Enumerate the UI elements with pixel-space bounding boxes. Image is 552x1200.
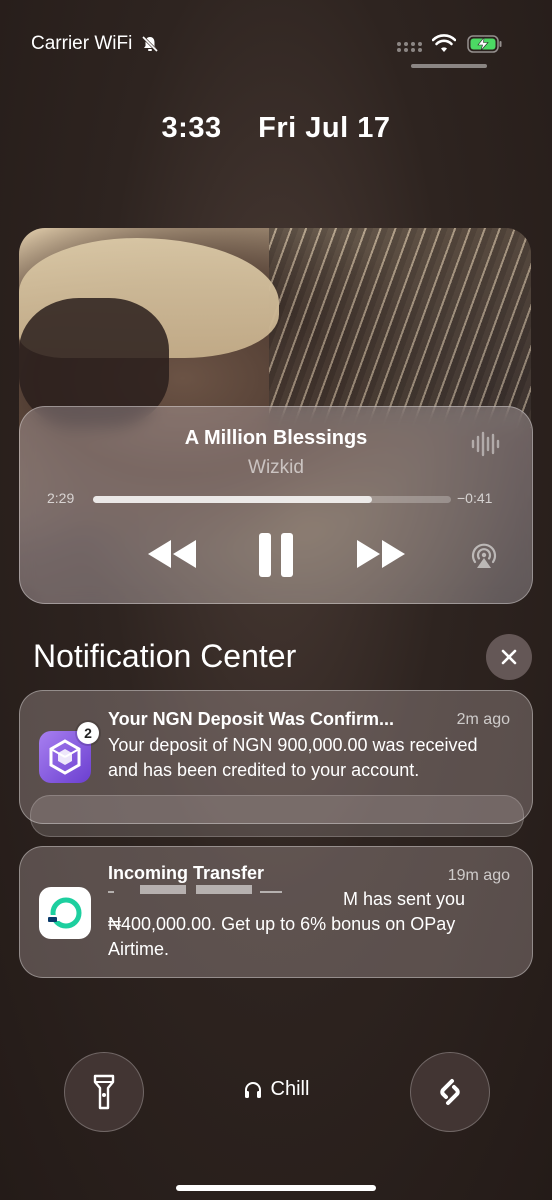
crypto-exchange-app-icon: 2 (39, 722, 99, 783)
notification-center-title: Notification Center (33, 638, 297, 674)
clear-notifications-button[interactable] (486, 634, 532, 680)
redacted-text (196, 885, 252, 894)
fast-forward-icon[interactable] (354, 537, 408, 571)
opay-app-icon (39, 887, 91, 939)
shazam-icon (440, 1079, 460, 1105)
notification-card[interactable]: Incoming Transfer 19m ago М has sent you… (19, 846, 533, 978)
now-playing-widget[interactable]: A Million Blessings Wizkid 2:29 −0:41 (19, 406, 533, 604)
notification-title: Your NGN Deposit Was Confirm... (108, 709, 395, 729)
signal-dots-icon (397, 42, 422, 52)
time-label: 3:33 (161, 112, 222, 144)
date-label: Fri Jul 17 (258, 112, 391, 144)
pause-icon[interactable] (258, 532, 294, 578)
opay-logo-shape (48, 897, 82, 929)
wifi-icon (432, 34, 456, 52)
notification-body: Your deposit of NGN 900,000.00 was recei… (108, 735, 478, 780)
home-indicator[interactable] (176, 1185, 376, 1191)
notification-card[interactable]: 2 Your NGN Deposit Was Confirm... 2m ago… (19, 690, 533, 824)
airplay-icon[interactable] (468, 539, 500, 571)
notification-count-badge: 2 (77, 722, 99, 744)
notification-time: 19m ago (447, 867, 510, 884)
notification-body-line1: М has sent you (343, 889, 466, 909)
notification-body: ₦400,000.00. Get up to 6% bonus on OPay … (108, 914, 456, 959)
remaining-time: −0:41 (457, 490, 493, 506)
artwork-texture (269, 228, 531, 428)
shazam-button[interactable] (410, 1052, 490, 1132)
battery-charging-icon (467, 35, 502, 53)
bell-slash-icon (142, 35, 159, 53)
lock-screen-clock: 3:33 Fri Jul 17 (0, 112, 552, 145)
close-icon (501, 649, 517, 665)
headphones-icon (244, 1081, 261, 1098)
rewind-icon[interactable] (145, 537, 199, 571)
redacted-text (260, 891, 282, 893)
redacted-text (140, 885, 186, 894)
playback-progress-fill (93, 496, 373, 503)
song-title: A Million Blessings (184, 427, 368, 449)
control-center-grabber[interactable] (411, 64, 487, 68)
notification-title: Incoming Transfer (108, 863, 265, 883)
song-artist: Wizkid (248, 457, 304, 478)
redacted-text (108, 891, 114, 893)
focus-mode-label: Chill (270, 1078, 310, 1100)
elapsed-time: 2:29 (47, 490, 75, 506)
status-bar: Carrier WiFi (0, 0, 552, 80)
carrier-label: Carrier WiFi (31, 33, 160, 55)
playback-scrubber[interactable] (93, 496, 451, 503)
carrier-name: Carrier WiFi (31, 33, 133, 54)
waveform-icon (471, 431, 500, 457)
notification-time: 2m ago (456, 711, 510, 728)
